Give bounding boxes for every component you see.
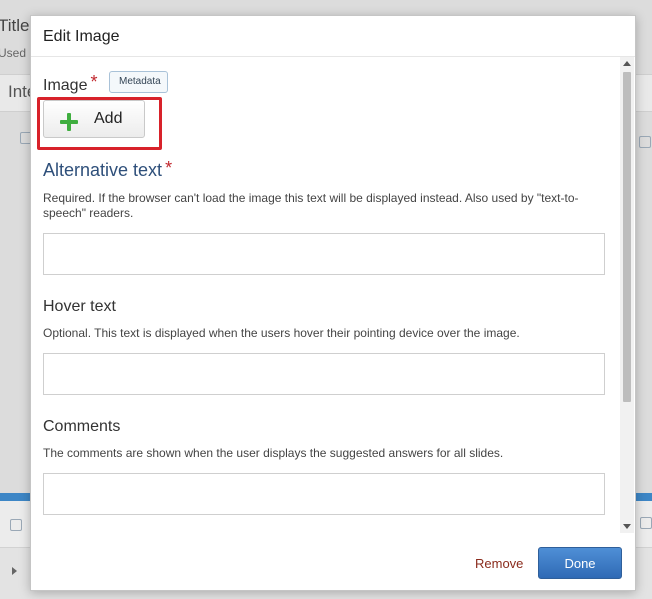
metadata-button[interactable]: Metadata (109, 71, 168, 93)
scroll-up-arrow-icon[interactable] (623, 61, 631, 66)
alternative-text-input[interactable] (43, 233, 605, 275)
dialog-title: Edit Image (43, 28, 120, 45)
alternative-text-label-text: Alternative text (43, 160, 163, 180)
remove-link[interactable]: Remove (475, 556, 523, 571)
dialog-body: Image * Metadata Add Alternative text * Re… (31, 57, 619, 533)
add-image-button-label: Add (94, 110, 123, 127)
comments-description: The comments are shown when the user dis… (43, 446, 504, 460)
plus-icon (60, 113, 78, 131)
comments-label: Comments (43, 418, 121, 435)
add-image-button[interactable]: Add (43, 100, 145, 138)
alternative-text-label: Alternative text * (43, 158, 173, 181)
scrollbar-thumb[interactable] (623, 72, 631, 402)
background-copy-icon-right (639, 136, 651, 148)
alternative-text-description: Required. If the browser can't load the … (43, 191, 579, 220)
image-label-text: Image (43, 77, 88, 94)
background-used-label: Used (0, 46, 27, 60)
scroll-down-arrow-icon[interactable] (623, 524, 631, 529)
hover-text-label: Hover text (43, 298, 116, 315)
comments-input[interactable] (43, 473, 605, 515)
edit-image-dialog: Edit Image Image * Metadata Add Alternati… (30, 15, 636, 591)
image-label: Image * (43, 72, 98, 95)
dialog-header: Edit Image (31, 16, 635, 57)
background-title-label: Title (0, 16, 30, 35)
alternative-text-required-marker: * (165, 158, 173, 178)
dialog-scrollbar[interactable] (620, 57, 634, 533)
background-expand-arrow-icon (12, 567, 17, 575)
hover-text-input[interactable] (43, 353, 605, 395)
background-toolbar-icon (10, 519, 22, 531)
hover-text-description: Optional. This text is displayed when th… (43, 326, 520, 340)
done-button[interactable]: Done (538, 547, 622, 579)
background-expand-icon (640, 517, 652, 529)
image-required-marker: * (90, 72, 98, 92)
